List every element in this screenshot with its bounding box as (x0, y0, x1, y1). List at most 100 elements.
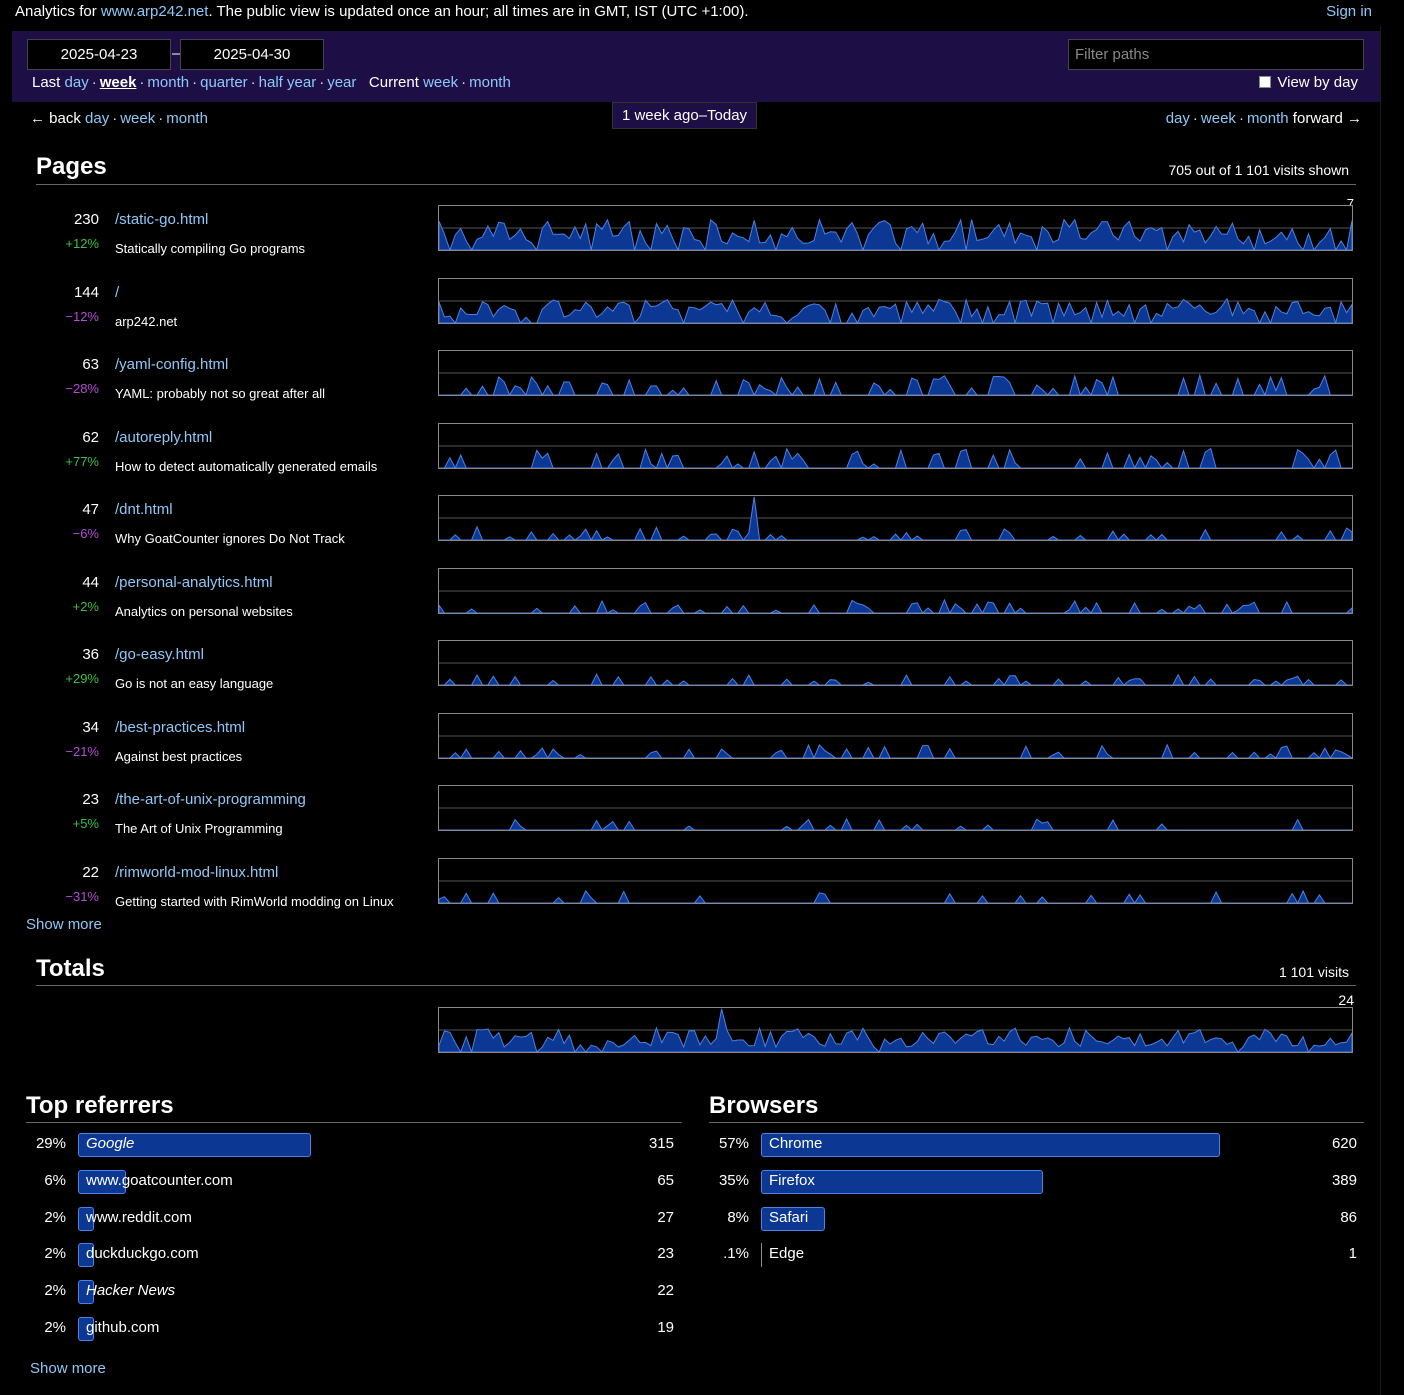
totals-row: 24 (36, 992, 1356, 1073)
forward-month[interactable]: month (1247, 110, 1289, 127)
filter-paths-input[interactable]: Filter paths (1068, 39, 1364, 70)
page-chart[interactable] (438, 350, 1353, 396)
sparkline-area (439, 373, 1352, 395)
referrer-count: 27 (657, 1208, 674, 1226)
page-path-link[interactable]: /dnt.html (115, 501, 173, 518)
period-last-week[interactable]: week (100, 74, 137, 91)
referrer-name: duckduckgo.com (86, 1245, 199, 1263)
referrer-count: 22 (657, 1282, 674, 1300)
page-row: 230 +12% /static-go.html Statically compili… (36, 196, 1356, 271)
page-title: Statically compiling Go programs (115, 241, 306, 256)
browser-bar (761, 1133, 1220, 1157)
referrer-row[interactable]: 2% github.com 19 (26, 1317, 674, 1341)
period-current-week[interactable]: week (423, 74, 458, 91)
period-last-month[interactable]: month (147, 74, 189, 91)
referrer-row[interactable]: 2% Hacker News 22 (26, 1280, 674, 1305)
browser-row[interactable]: 57% Chrome 620 (709, 1133, 1357, 1157)
page-sparkline (439, 735, 1352, 758)
page-path-link[interactable]: /rimworld-mod-linux.html (115, 864, 278, 881)
back-month[interactable]: month (166, 110, 208, 127)
referrer-row[interactable]: 2% duckduckgo.com 23 (26, 1243, 674, 1268)
back-day[interactable]: day (85, 110, 109, 127)
page-visit-count: 63 (82, 356, 99, 373)
page-chart[interactable] (438, 640, 1353, 686)
referrer-row[interactable]: 6% www.goatcounter.com 65 (26, 1169, 674, 1194)
page-change-percent: +5% (72, 816, 99, 831)
nav-forward: day · week · month forward → (1166, 110, 1362, 127)
forward-day[interactable]: day (1166, 110, 1190, 127)
pages-summary: 705 out of 1 101 visits shown (1168, 162, 1349, 178)
totals-rule (36, 985, 1356, 986)
referrer-row[interactable]: 2% www.reddit.com 27 (26, 1206, 674, 1231)
separator-dot: · (139, 74, 145, 91)
page-sparkline (439, 880, 1352, 903)
referrer-percent: 2% (44, 1208, 66, 1226)
period-last-half-year[interactable]: half year (259, 74, 317, 91)
page-sparkline (439, 496, 1352, 540)
page-path-link[interactable]: /the-art-of-unix-programming (115, 791, 306, 808)
period-last-quarter[interactable]: quarter (200, 74, 248, 91)
period-last-year[interactable]: year (327, 74, 356, 91)
view-by-day-checkbox[interactable] (1259, 76, 1272, 88)
period-last-day[interactable]: day (65, 74, 89, 91)
page-chart[interactable] (438, 495, 1353, 541)
date-start-input[interactable]: 2025-04-23 (27, 39, 171, 70)
page-chart[interactable] (438, 712, 1353, 759)
referrer-row[interactable]: 29% Google 315 (26, 1133, 674, 1157)
referrers-show-more[interactable]: Show more (30, 1360, 106, 1377)
page-change-percent: −21% (65, 743, 99, 759)
page-sparkline (439, 297, 1352, 323)
browser-count: 1 (1348, 1245, 1357, 1263)
page-visit-count: 23 (82, 791, 99, 808)
page-title: YAML: probably not so great after all (115, 386, 326, 401)
page-chart[interactable] (438, 205, 1353, 251)
page-chart[interactable] (438, 277, 1353, 324)
referrer-name: www.goatcounter.com (86, 1171, 233, 1189)
browser-percent: .1% (723, 1245, 749, 1263)
totals-max: 24 (1338, 992, 1354, 1008)
page-chart[interactable] (438, 857, 1353, 904)
page-change-percent: −12% (65, 308, 99, 324)
browser-count: 389 (1331, 1171, 1357, 1189)
page-path-link[interactable]: /yaml-config.html (115, 356, 228, 373)
referrer-percent: 2% (44, 1245, 66, 1263)
sign-in-link[interactable]: Sign in (1326, 3, 1372, 20)
page-path-link[interactable]: /static-go.html (115, 211, 208, 228)
sparkline-area (439, 817, 1352, 830)
page-path-link[interactable]: /personal-analytics.html (115, 574, 273, 591)
date-end-input[interactable]: 2025-04-30 (180, 39, 324, 70)
page-chart[interactable] (438, 567, 1353, 614)
site-link[interactable]: www.arp242.net (101, 3, 209, 20)
page-chart[interactable] (438, 785, 1353, 831)
page-title: arp242.net (115, 313, 178, 329)
browser-row[interactable]: 35% Firefox 389 (709, 1169, 1357, 1194)
page-visit-count: 22 (82, 863, 99, 881)
browser-row[interactable]: .1% Edge 1 (709, 1243, 1357, 1268)
browser-name: Firefox (769, 1171, 815, 1189)
page-path-link[interactable]: / (115, 284, 119, 301)
referrer-percent: 6% (44, 1171, 66, 1189)
referrers-rule (26, 1122, 682, 1123)
browser-row[interactable]: 8% Safari 86 (709, 1206, 1357, 1231)
page-path-link[interactable]: /autoreply.html (115, 429, 212, 446)
page-path-link[interactable]: /best-practices.html (115, 719, 245, 736)
view-by-day-toggle[interactable]: View by day (1259, 74, 1358, 91)
page-path-link[interactable]: /go-easy.html (115, 646, 204, 663)
period-current-month[interactable]: month (469, 74, 511, 91)
referrer-percent: 29% (35, 1135, 66, 1152)
page-change-percent: −31% (65, 888, 99, 904)
pages-rule (36, 184, 1356, 185)
page-visit-count: 47 (82, 501, 99, 518)
referrer-name: Hacker News (86, 1282, 176, 1300)
separator-dot: · (250, 74, 256, 91)
scrollbar-track[interactable] (1380, 26, 1404, 1395)
separator-dot: · (461, 74, 467, 91)
forward-week[interactable]: week (1201, 110, 1236, 127)
back-week[interactable]: week (120, 110, 155, 127)
page-chart[interactable] (438, 422, 1353, 469)
pages-show-more[interactable]: Show more (26, 916, 102, 933)
totals-chart[interactable] (438, 1007, 1353, 1053)
forward-label: forward → (1288, 110, 1362, 127)
page-change-percent: +77% (65, 453, 99, 469)
browser-bar (761, 1243, 763, 1268)
